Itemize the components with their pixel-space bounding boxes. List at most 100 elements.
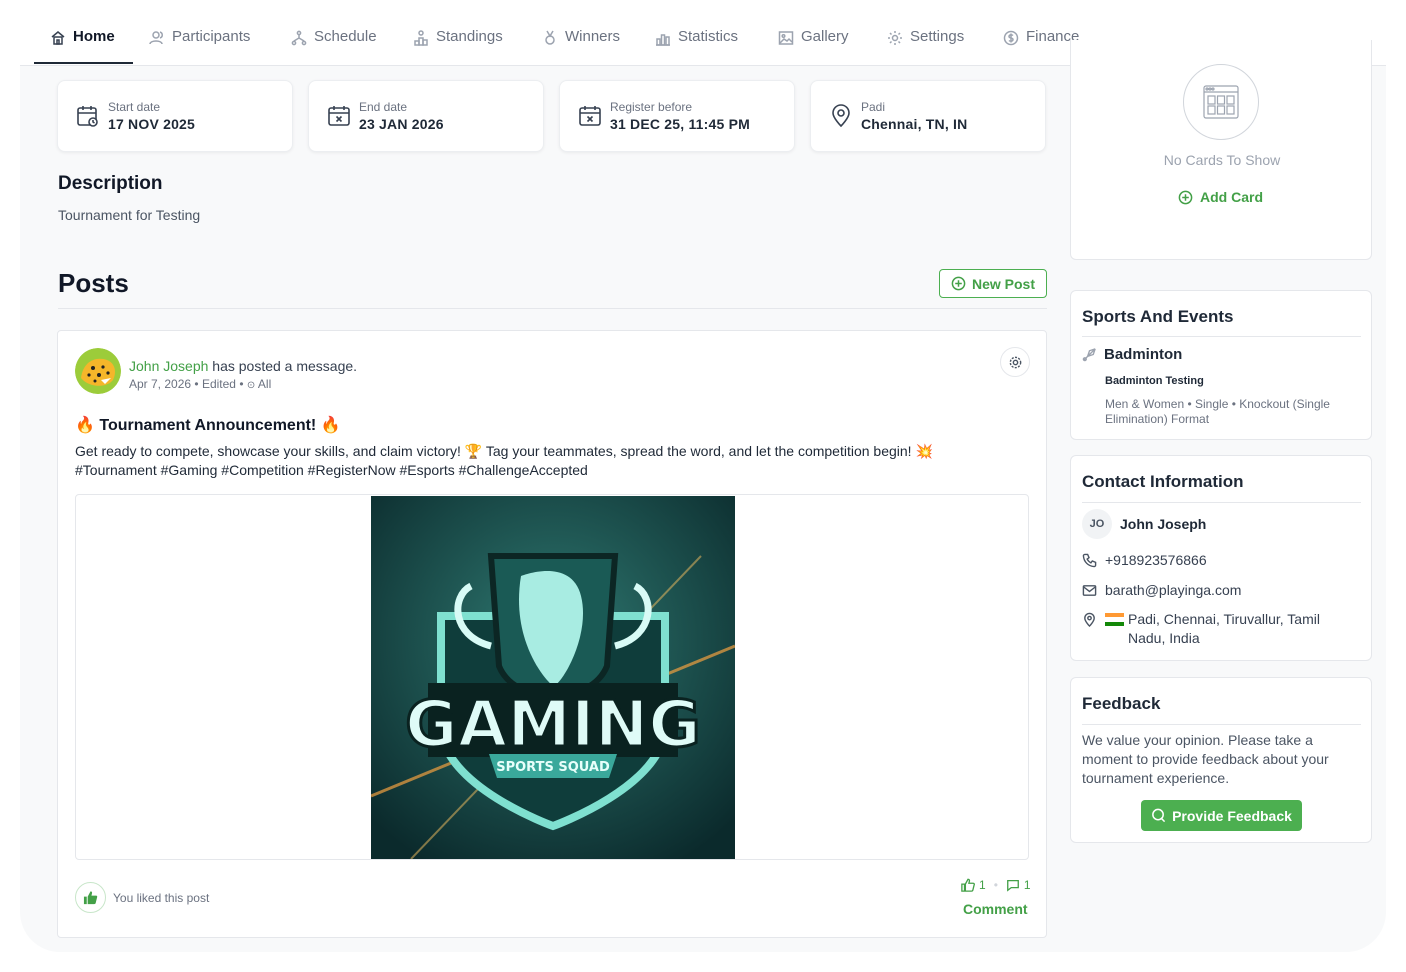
description-heading: Description <box>58 173 163 194</box>
post-header: John Joseph has posted a message. <box>129 358 357 374</box>
contact-email[interactable]: barath@playinga.com <box>1082 582 1241 598</box>
description-text: Tournament for Testing <box>58 207 201 223</box>
contact-phone[interactable]: +918923576866 <box>1082 552 1207 568</box>
tab-label: Gallery <box>801 28 849 45</box>
shuttlecock-icon <box>1082 348 1096 362</box>
users-icon <box>149 31 163 45</box>
tab-label: Statistics <box>678 28 739 45</box>
post-settings-button[interactable] <box>1000 347 1030 377</box>
plus-circle-icon <box>1178 190 1193 204</box>
bracket-icon <box>291 30 307 46</box>
tab-label: Home <box>73 28 115 45</box>
map-pin-icon <box>832 104 850 128</box>
tab-label: Participants <box>172 28 251 45</box>
tab-winners[interactable]: Winners <box>542 28 620 66</box>
tab-settings[interactable]: Settings <box>887 28 964 66</box>
active-tab-indicator <box>34 62 133 64</box>
end-date-card: End date 23 JAN 2026 <box>308 80 544 152</box>
like-count: 1 <box>979 878 986 892</box>
contact-address: Padi, Chennai, Tiruvallur, Tamil Nadu, I… <box>1082 610 1348 648</box>
post-media[interactable]: GAMING SPORTS SQUAD <box>75 494 1029 860</box>
post-date: Apr 7, 2026 <box>129 377 192 391</box>
feedback-heading: Feedback <box>1082 694 1161 713</box>
new-post-label: New Post <box>971 275 1035 292</box>
thumbs-up-icon <box>83 891 98 905</box>
provide-feedback-button[interactable]: Provide Feedback <box>1141 800 1302 831</box>
contact-phone-value: +918923576866 <box>1105 552 1207 568</box>
post-action-text: has posted a message. <box>208 358 358 374</box>
sports-events-panel: Sports And Events Badminton Badminton Te… <box>1070 290 1372 440</box>
medal-icon <box>545 30 555 45</box>
divider <box>1082 502 1361 503</box>
location-card: Padi Chennai, TN, IN <box>810 80 1046 152</box>
provide-feedback-label: Provide Feedback <box>1172 807 1292 824</box>
contact-name: John Joseph <box>1120 516 1207 532</box>
cards-panel: No Cards To Show Add Card <box>1070 40 1372 260</box>
location-label: Padi <box>861 100 886 114</box>
posts-divider <box>58 308 1047 309</box>
thumbs-up-icon <box>961 878 975 892</box>
chart-icon <box>656 34 670 46</box>
contact-email-value: barath@playinga.com <box>1105 582 1242 598</box>
comment-count: 1 <box>1023 878 1031 892</box>
tab-standings[interactable]: Standings <box>413 28 503 66</box>
post-stats: 1 • 1 <box>961 878 1031 892</box>
register-before-card: Register before 31 DEC 25, 11:45 PM <box>559 80 795 152</box>
add-card-label: Add Card <box>1200 189 1263 205</box>
tab-participants[interactable]: Participants <box>149 28 250 66</box>
start-date-label: Start date <box>108 100 161 114</box>
tab-label: Schedule <box>314 28 377 45</box>
divider <box>1082 724 1361 725</box>
contact-panel: Contact Information JO John Joseph +9189… <box>1070 455 1372 661</box>
tab-home[interactable]: Home <box>50 28 115 66</box>
app-frame: Home Participants Schedule Standings Win… <box>20 0 1386 952</box>
tab-schedule[interactable]: Schedule <box>291 28 377 66</box>
phone-icon <box>1082 553 1097 567</box>
event-name[interactable]: Badminton Testing <box>1105 375 1204 387</box>
gear-icon <box>1009 356 1021 368</box>
dollar-icon <box>1003 30 1019 46</box>
feedback-panel: Feedback We value your opinion. Please t… <box>1070 677 1372 843</box>
plus-circle-icon <box>951 276 966 291</box>
tab-statistics[interactable]: Statistics <box>655 28 738 66</box>
sports-events-heading: Sports And Events <box>1082 307 1234 326</box>
contact-address-value: Padi, Chennai, Tiruvallur, Tamil Nadu, I… <box>1128 611 1320 646</box>
author-avatar[interactable] <box>75 348 121 394</box>
liked-status-text: You liked this post <box>113 891 210 905</box>
tab-finance[interactable]: Finance <box>1003 28 1079 66</box>
divider <box>1082 336 1361 337</box>
chat-icon <box>1152 808 1166 823</box>
event-meta: Men & Women • Single • Knockout (Single … <box>1105 397 1330 426</box>
comment-icon <box>1006 879 1019 892</box>
map-pin-icon <box>1084 612 1095 627</box>
posts-heading: Posts <box>58 268 129 298</box>
tab-label: Standings <box>436 28 503 45</box>
tab-gallery[interactable]: Gallery <box>778 28 849 66</box>
add-card-button[interactable]: Add Card <box>1178 189 1263 205</box>
calendar-x-icon <box>328 106 350 126</box>
new-post-button[interactable]: New Post <box>939 269 1047 298</box>
post-title: 🔥 Tournament Announcement! 🔥 <box>75 417 341 434</box>
browser-grid-icon <box>1203 85 1239 119</box>
register-before-value: 31 DEC 25, 11:45 PM <box>610 116 750 132</box>
tab-label: Settings <box>910 28 965 45</box>
location-value: Chennai, TN, IN <box>861 116 968 132</box>
india-flag-icon <box>1105 613 1124 626</box>
end-date-value: 23 JAN 2026 <box>359 116 444 132</box>
post-edited-label: Edited <box>201 377 236 391</box>
post-author-link[interactable]: John Joseph <box>129 358 208 374</box>
sport-item[interactable]: Badminton <box>1082 346 1182 363</box>
like-button[interactable] <box>75 882 106 913</box>
logo-title-text: GAMING <box>405 688 701 762</box>
calendar-clock-icon <box>77 106 98 127</box>
comment-button[interactable]: Comment <box>963 901 1028 917</box>
eye-icon: ⊙ <box>246 380 256 391</box>
contact-avatar: JO <box>1082 509 1112 539</box>
start-date-card: Start date 17 NOV 2025 <box>57 80 293 152</box>
post-body: Get ready to compete, showcase your skil… <box>75 443 933 478</box>
image-icon <box>778 31 794 45</box>
post-visibility: All <box>257 377 272 391</box>
tab-label: Winners <box>565 28 621 45</box>
logo-subtitle-text: SPORTS SQUAD <box>496 760 610 775</box>
sport-name: Badminton <box>1104 346 1183 363</box>
